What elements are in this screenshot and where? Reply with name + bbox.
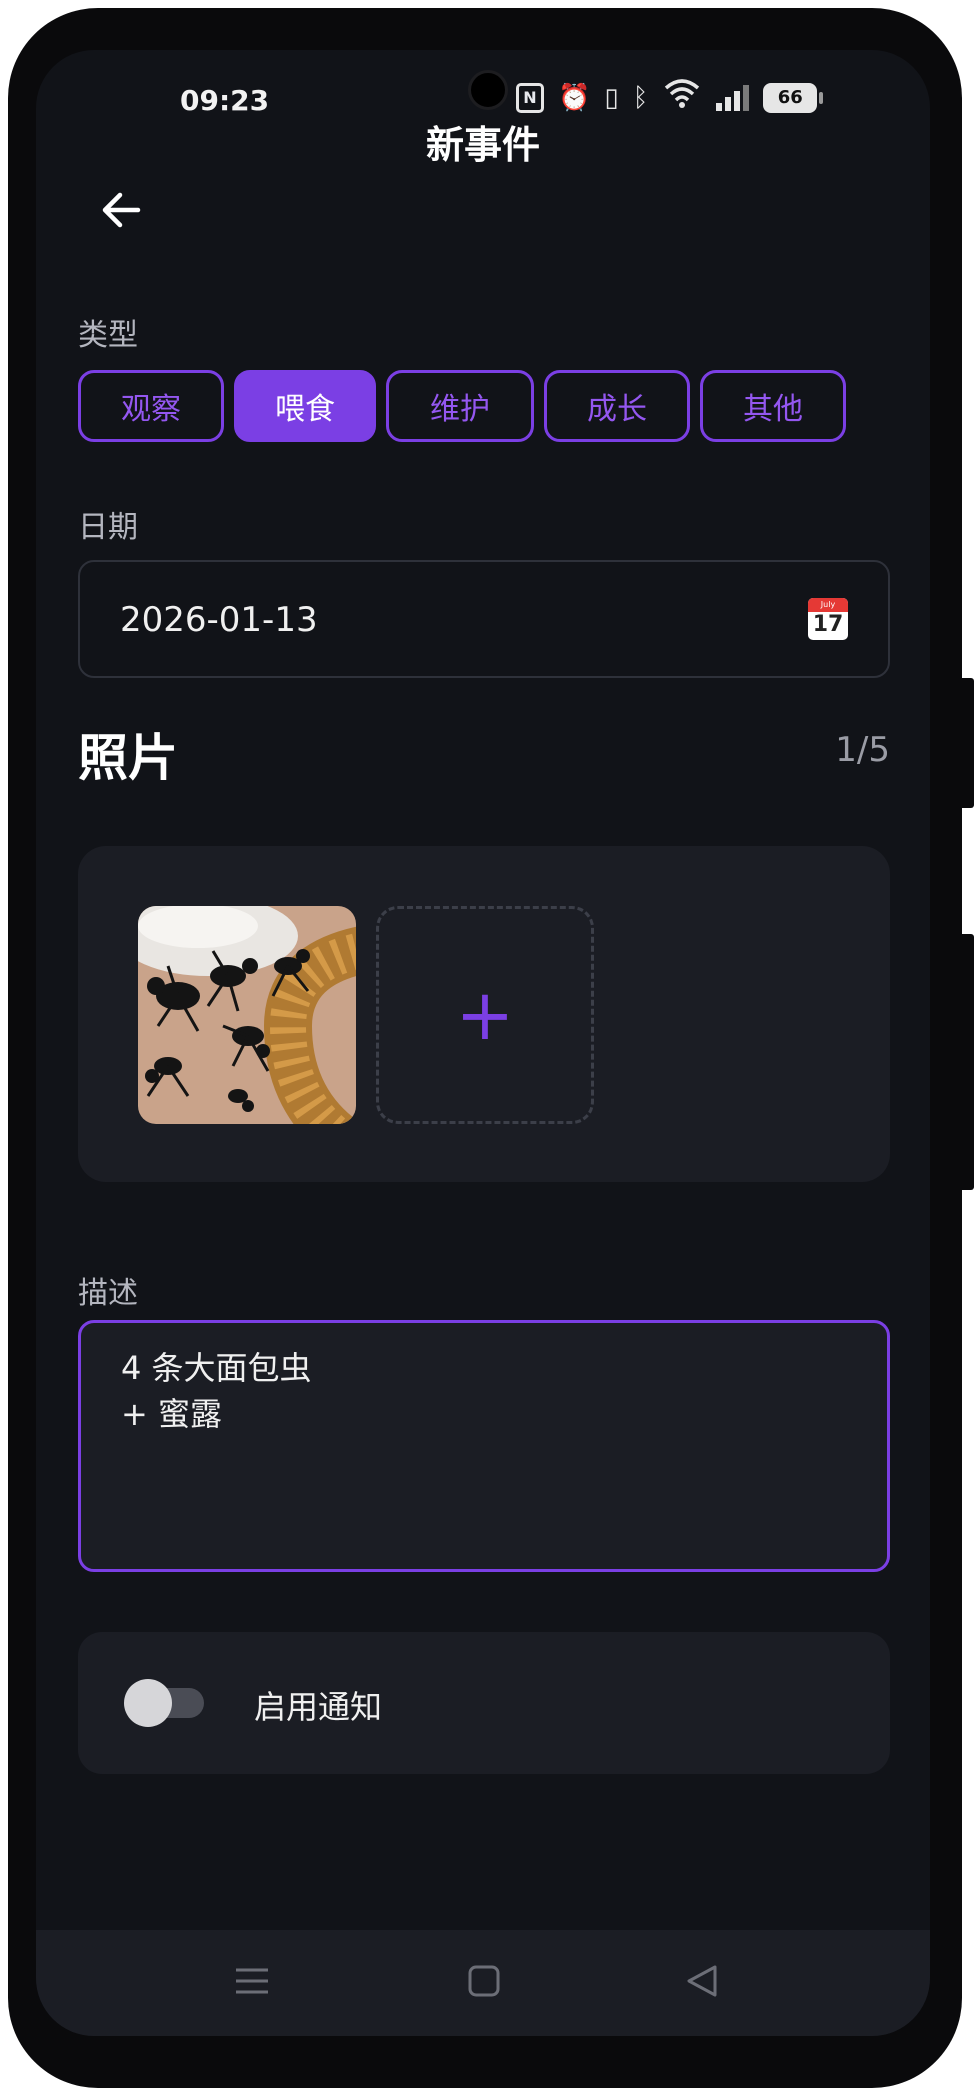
date-label: 日期 — [78, 510, 138, 545]
vibrate-icon: ▯ — [604, 82, 619, 113]
menu-icon — [236, 1968, 268, 1994]
wifi-icon — [662, 78, 702, 117]
volume-button — [958, 678, 974, 808]
battery-icon: 66 — [763, 82, 824, 113]
description-line: + 蜜露 — [121, 1395, 222, 1433]
photos-count: 1/5 — [835, 730, 890, 770]
calendar-icon[interactable]: July 17 — [808, 598, 848, 640]
notification-toggle[interactable] — [124, 1679, 204, 1727]
bluetooth-icon: ᛒ — [632, 82, 649, 113]
description-input[interactable]: 4 条大面包虫 + 蜜露 — [78, 1320, 890, 1572]
system-nav-bar — [36, 1930, 930, 2036]
notification-card: 启用通知 — [78, 1632, 890, 1774]
toggle-knob — [124, 1679, 172, 1727]
page-title: 新事件 — [425, 123, 540, 167]
plus-icon: + — [455, 974, 515, 1056]
front-camera — [468, 70, 508, 110]
alarm-icon: ⏰ — [558, 82, 591, 113]
photo-thumbnail[interactable] — [138, 906, 356, 1124]
screen: 09:23 N ⏰ ▯ ᛒ 66 新事件 类型 观察 喂食 维护 成长 其他 日… — [36, 50, 930, 2036]
chip-feed[interactable]: 喂食 — [234, 370, 376, 442]
signal-icon — [716, 84, 750, 111]
date-field[interactable]: 2026-01-13 July 17 — [78, 560, 890, 678]
photos-title: 照片 — [78, 729, 178, 787]
back-button[interactable] — [94, 182, 150, 238]
square-icon — [468, 1965, 500, 1997]
chip-growth[interactable]: 成长 — [544, 370, 690, 442]
chip-other[interactable]: 其他 — [700, 370, 846, 442]
photo-grid: + — [78, 846, 890, 1182]
description-line: 4 条大面包虫 — [121, 1349, 312, 1387]
chip-observe[interactable]: 观察 — [78, 370, 224, 442]
status-time: 09:23 — [180, 84, 270, 117]
add-photo-button[interactable]: + — [376, 906, 594, 1124]
power-button — [958, 934, 974, 1190]
notification-label: 启用通知 — [254, 1688, 383, 1726]
nfc-icon: N — [516, 82, 544, 113]
app-bar — [36, 160, 930, 260]
triangle-back-icon — [687, 1965, 717, 1997]
type-label: 类型 — [78, 318, 138, 353]
status-icons: N ⏰ ▯ ᛒ 66 — [516, 78, 824, 117]
back-nav-button[interactable] — [672, 1956, 732, 2006]
description-label: 描述 — [78, 1276, 138, 1311]
date-value: 2026-01-13 — [120, 600, 318, 640]
recents-button[interactable] — [222, 1956, 282, 2006]
home-button[interactable] — [454, 1956, 514, 2006]
arrow-left-icon — [102, 192, 141, 228]
chip-maintain[interactable]: 维护 — [386, 370, 534, 442]
